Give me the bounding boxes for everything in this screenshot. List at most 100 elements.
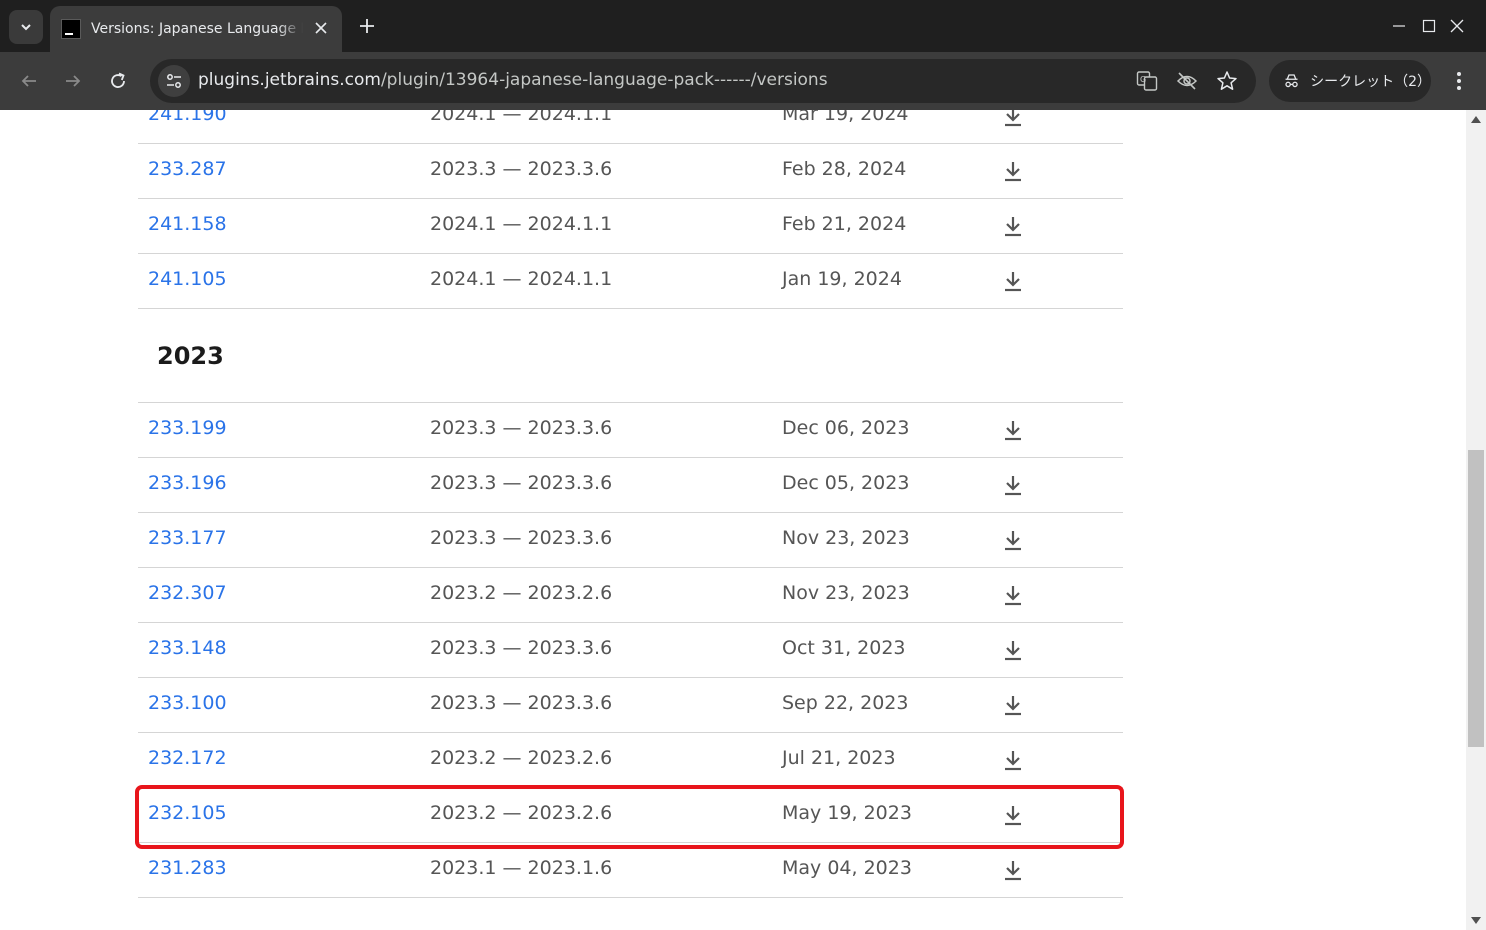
download-icon (1005, 586, 1021, 606)
compatibility-range: 2023.1 — 2023.1.6 (430, 857, 613, 879)
version-row: 241.190 2024.1 — 2024.1.1 Mar 19, 2024 (138, 110, 1123, 144)
release-date: May 04, 2023 (782, 857, 912, 879)
release-date: Feb 21, 2024 (782, 213, 907, 235)
scroll-down-arrow-icon[interactable] (1471, 917, 1481, 924)
download-icon (1005, 476, 1021, 496)
download-button[interactable] (1002, 858, 1024, 882)
reload-button[interactable] (102, 65, 134, 97)
download-icon (1005, 751, 1021, 771)
address-bar[interactable]: plugins.jetbrains.com/plugin/13964-japan… (150, 59, 1256, 103)
chevron-down-icon (21, 24, 31, 31)
year-heading: 2023 (157, 342, 224, 370)
download-icon (1005, 217, 1021, 237)
translate-icon: G (1136, 71, 1158, 91)
reload-icon (111, 72, 125, 88)
compatibility-range: 2023.3 — 2023.3.6 (430, 637, 613, 659)
version-link[interactable]: 233.287 (148, 158, 227, 180)
compatibility-range: 2023.3 — 2023.3.6 (430, 692, 613, 714)
release-date: Dec 06, 2023 (782, 417, 910, 439)
version-row: 233.100 2023.3 — 2023.3.6 Sep 22, 2023 (138, 678, 1123, 733)
url-host: plugins.jetbrains.com (198, 70, 381, 90)
terminal-favicon-icon (61, 19, 81, 39)
compatibility-range: 2023.2 — 2023.2.6 (430, 747, 613, 769)
version-link[interactable]: 233.100 (148, 692, 227, 714)
version-link[interactable]: 233.199 (148, 417, 227, 439)
compatibility-range: 2023.3 — 2023.3.6 (430, 417, 613, 439)
incognito-label: シークレット（2） (1310, 74, 1431, 90)
tab-strip: Versions: Japanese Language Pack (0, 0, 1486, 52)
download-button[interactable] (1002, 418, 1024, 442)
compatibility-range: 2024.1 — 2024.1.1 (430, 110, 613, 125)
site-info-button[interactable] (158, 65, 190, 97)
tab-close-button[interactable] (312, 19, 330, 37)
download-icon (1005, 162, 1021, 182)
download-button[interactable] (1002, 159, 1024, 183)
version-link[interactable]: 233.196 (148, 472, 227, 494)
download-button[interactable] (1002, 583, 1024, 607)
download-icon (1005, 421, 1021, 441)
version-link[interactable]: 233.148 (148, 637, 227, 659)
star-icon (1217, 71, 1237, 90)
version-link[interactable]: 232.172 (148, 747, 227, 769)
download-button[interactable] (1002, 269, 1024, 293)
tab-title: Versions: Japanese Language Pack (91, 21, 303, 37)
scroll-thumb[interactable] (1468, 450, 1484, 747)
scroll-up-arrow-icon[interactable] (1471, 116, 1481, 123)
highlight-box (135, 785, 1124, 849)
version-row: 232.172 2023.2 — 2023.2.6 Jul 21, 2023 (138, 733, 1123, 788)
release-date: Nov 23, 2023 (782, 527, 910, 549)
vertical-scrollbar[interactable] (1466, 110, 1486, 930)
active-tab[interactable]: Versions: Japanese Language Pack (50, 6, 342, 52)
compatibility-range: 2024.1 — 2024.1.1 (430, 268, 613, 290)
compatibility-range: 2024.1 — 2024.1.1 (430, 213, 613, 235)
incognito-icon (1285, 74, 1298, 88)
download-button[interactable] (1002, 693, 1024, 717)
browser-menu-button[interactable] (1445, 65, 1473, 97)
download-button[interactable] (1002, 110, 1024, 128)
download-icon (1005, 861, 1021, 881)
release-date: Oct 31, 2023 (782, 637, 906, 659)
release-date: Jul 21, 2023 (782, 747, 896, 769)
url-text[interactable]: plugins.jetbrains.com/plugin/13964-japan… (198, 70, 828, 90)
version-row: 233.148 2023.3 — 2023.3.6 Oct 31, 2023 (138, 623, 1123, 678)
bookmark-star-button[interactable] (1213, 67, 1241, 95)
release-date: Jan 19, 2024 (782, 268, 902, 290)
version-link[interactable]: 241.158 (148, 213, 227, 235)
version-row: 231.283 2023.1 — 2023.1.6 May 04, 2023 (138, 843, 1123, 898)
download-button[interactable] (1002, 473, 1024, 497)
new-tab-button[interactable] (354, 13, 380, 39)
browser-toolbar: plugins.jetbrains.com/plugin/13964-japan… (0, 52, 1486, 110)
release-date: Dec 05, 2023 (782, 472, 910, 494)
close-icon (315, 22, 327, 34)
release-date: Sep 22, 2023 (782, 692, 909, 714)
download-button[interactable] (1002, 638, 1024, 662)
version-link[interactable]: 233.177 (148, 527, 227, 549)
compatibility-range: 2023.3 — 2023.3.6 (430, 158, 613, 180)
download-button[interactable] (1002, 528, 1024, 552)
download-button[interactable] (1002, 214, 1024, 238)
back-button[interactable] (13, 65, 45, 97)
version-link[interactable]: 241.105 (148, 268, 227, 290)
tracking-protection-button[interactable] (1173, 67, 1201, 95)
close-icon (1450, 19, 1464, 33)
forward-button[interactable] (57, 65, 89, 97)
version-link[interactable]: 241.190 (148, 110, 227, 125)
version-row: 232.307 2023.2 — 2023.2.6 Nov 23, 2023 (138, 568, 1123, 623)
version-row: 241.158 2024.1 — 2024.1.1 Feb 21, 2024 (138, 199, 1123, 254)
tab-search-button[interactable] (9, 10, 43, 44)
download-icon (1005, 531, 1021, 551)
version-row: 241.105 2024.1 — 2024.1.1 Jan 19, 2024 (138, 254, 1123, 309)
version-row: 233.196 2023.3 — 2023.3.6 Dec 05, 2023 (138, 458, 1123, 513)
close-window-button[interactable] (1428, 0, 1486, 52)
version-row: 233.287 2023.3 — 2023.3.6 Feb 28, 2024 (138, 144, 1123, 199)
download-button[interactable] (1002, 748, 1024, 772)
compatibility-range: 2023.3 — 2023.3.6 (430, 527, 613, 549)
eye-off-icon (1176, 72, 1198, 90)
version-link[interactable]: 232.307 (148, 582, 227, 604)
url-path: /plugin/13964-japanese-language-pack----… (380, 70, 828, 90)
rows-2024: 241.190 2024.1 — 2024.1.1 Mar 19, 2024 2… (138, 110, 1123, 309)
incognito-indicator[interactable]: シークレット（2） (1269, 60, 1431, 102)
translate-button[interactable]: G (1133, 67, 1161, 95)
more-vertical-icon (1457, 72, 1461, 90)
version-link[interactable]: 231.283 (148, 857, 227, 879)
